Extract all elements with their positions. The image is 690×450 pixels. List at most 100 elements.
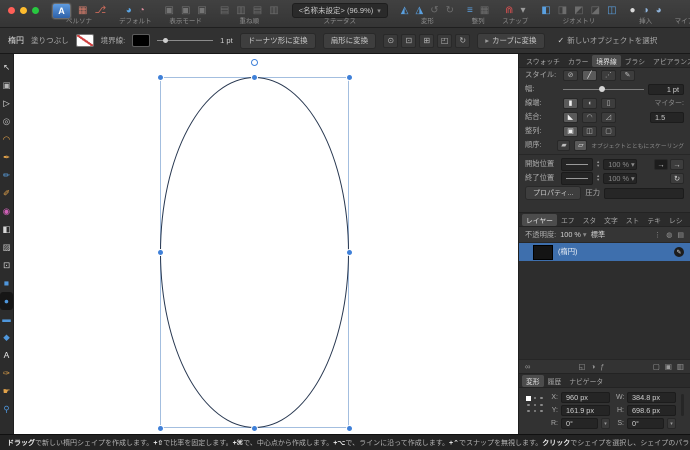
angle-input[interactable]: 0°: [627, 418, 664, 429]
tab[interactable]: レイヤー: [522, 213, 557, 226]
polygon-tool[interactable]: ◆: [0, 328, 14, 346]
transform-input[interactable]: 698.6 px: [627, 405, 676, 416]
node-tool[interactable]: ▷: [0, 94, 14, 112]
preset-default-icon[interactable]: ◔: [139, 3, 145, 18]
transform-input[interactable]: 960 px: [561, 392, 610, 403]
export-persona-icon[interactable]: ⎇: [94, 3, 106, 18]
delete-layer-icon[interactable]: ▥: [677, 362, 684, 371]
layer-list[interactable]: (楕円) ✎: [519, 243, 690, 359]
start-arrowhead-dropdown[interactable]: [561, 157, 593, 171]
butt-cap-icon[interactable]: ▮: [563, 97, 578, 109]
artboard-tool[interactable]: ▣: [0, 76, 14, 94]
transform-input[interactable]: 161.9 px: [561, 405, 610, 416]
stroke-swatch[interactable]: [132, 34, 151, 47]
handle-bottom-right[interactable]: [346, 425, 352, 431]
width-slider[interactable]: [563, 84, 644, 95]
dash-stroke-icon[interactable]: ⋰: [601, 69, 616, 81]
insert-on-top-icon[interactable]: ◑: [643, 3, 649, 18]
handle-middle-left[interactable]: [157, 250, 163, 255]
scale-with-object-note[interactable]: オブジェクトとともにスケーリング: [591, 141, 684, 150]
add-group-icon[interactable]: ▣: [665, 362, 672, 371]
round-cap-icon[interactable]: ◖: [582, 97, 597, 109]
convert-to-donut-button[interactable]: ドーナツ形に変換: [239, 32, 316, 49]
snapping-magnet-icon[interactable]: ⋒: [505, 3, 513, 18]
corner-tool[interactable]: ◠: [0, 130, 14, 148]
align-outside-stroke-icon[interactable]: ▢: [601, 125, 616, 137]
pixel-persona-icon[interactable]: ▦: [78, 3, 87, 18]
ellipse-tool[interactable]: ●: [0, 292, 13, 310]
tab[interactable]: スタ: [579, 214, 601, 226]
lock-icon[interactable]: ▤: [677, 231, 684, 239]
fill-swatch[interactable]: [75, 34, 94, 47]
bevel-join-icon[interactable]: ◿: [601, 111, 616, 123]
tab[interactable]: 境界線: [592, 54, 621, 67]
text-tool[interactable]: A: [0, 346, 14, 364]
rotation-handle[interactable]: [251, 59, 258, 66]
boolean-combine-icon[interactable]: ◫: [607, 3, 616, 18]
angle-input[interactable]: 0°: [561, 418, 598, 429]
stroke-behind-icon[interactable]: ▱: [574, 139, 588, 151]
distribute-icon[interactable]: ▦: [480, 3, 489, 18]
alignment-icon[interactable]: ≡: [467, 3, 473, 18]
link-layer-icon[interactable]: ∞: [525, 362, 530, 371]
move-tool[interactable]: ↖: [0, 58, 14, 76]
edit-badge-icon[interactable]: ✎: [674, 247, 684, 257]
add-layer-icon[interactable]: ▢: [653, 362, 660, 371]
layer-row-ellipse[interactable]: (楕円) ✎: [519, 243, 690, 261]
view-retina-icon[interactable]: ▣: [197, 3, 206, 18]
style-picker-tool[interactable]: ✑: [0, 364, 14, 382]
view-tool[interactable]: ☛: [0, 382, 14, 400]
rotate-cw-icon[interactable]: ↻: [446, 3, 454, 18]
tab[interactable]: レシ: [665, 214, 687, 226]
handle-bottom-center[interactable]: [252, 425, 257, 431]
boolean-add-icon[interactable]: ◧: [541, 3, 550, 18]
move-to-front-icon[interactable]: ▤: [220, 3, 229, 18]
boolean-intersect-icon[interactable]: ◩: [574, 3, 583, 18]
corner-snap-icon[interactable]: ◰: [437, 33, 453, 48]
pressure-profile-editor[interactable]: [604, 187, 684, 199]
convert-to-curves-button[interactable]: ▸ カーブに変換: [477, 32, 545, 49]
insert-inside-icon[interactable]: ◕: [656, 3, 662, 18]
close-window-button[interactable]: [8, 7, 15, 14]
fill-tool[interactable]: ◧: [0, 220, 14, 238]
point-transform-tool[interactable]: ◎: [0, 112, 14, 130]
boolean-subtract-icon[interactable]: ◨: [558, 3, 567, 18]
convert-to-pie-button[interactable]: 扇形に変換: [322, 32, 377, 49]
chevron-down-icon[interactable]: ▾: [667, 418, 676, 429]
handle-top-center[interactable]: [252, 74, 257, 80]
snapping-dropdown-icon[interactable]: ▾: [520, 3, 525, 18]
affinity-designer-logo[interactable]: A: [52, 2, 71, 19]
handle-top-left[interactable]: [157, 74, 163, 80]
ellipse-shape[interactable]: [160, 77, 349, 428]
canvas[interactable]: [14, 54, 518, 434]
opacity-dropdown[interactable]: 100 % ▾: [560, 230, 586, 239]
tab[interactable]: スウォッチ: [522, 55, 564, 67]
rotation-center-icon[interactable]: ⊙: [383, 33, 399, 48]
round-join-icon[interactable]: ◠: [582, 111, 597, 123]
tab[interactable]: 履歴: [544, 375, 566, 387]
chevron-down-icon[interactable]: ▾: [601, 418, 610, 429]
handle-bottom-left[interactable]: [157, 425, 163, 431]
tab[interactable]: テキ: [643, 214, 665, 226]
move-snap-icon[interactable]: ⊞: [419, 33, 435, 48]
bounding-box-icon[interactable]: ⊡: [401, 33, 417, 48]
tab[interactable]: カラー: [564, 55, 592, 67]
anchor-point-selector[interactable]: [525, 394, 545, 414]
flip-vertical-icon[interactable]: ◮: [415, 3, 423, 18]
swap-arrowheads-button[interactable]: →: [654, 158, 668, 170]
tab[interactable]: ブラシ: [621, 55, 649, 67]
solid-stroke-icon[interactable]: ╱: [582, 69, 597, 81]
boolean-divide-icon[interactable]: ◪: [591, 3, 600, 18]
tab[interactable]: ナビゲータ: [565, 375, 607, 387]
insert-behind-icon[interactable]: ●: [630, 3, 636, 18]
vector-brush-tool[interactable]: ✐: [0, 184, 14, 202]
brush-stroke-icon[interactable]: ✎: [620, 69, 635, 81]
tab[interactable]: 履歴: [687, 214, 690, 226]
kebab-menu-icon[interactable]: ⋮: [654, 231, 661, 239]
miter-join-icon[interactable]: ◣: [563, 111, 578, 123]
miter-value-field[interactable]: 1.5: [650, 111, 684, 123]
select-new-object-checkbox[interactable]: ✓ 新しいオブジェクトを選択: [558, 35, 658, 46]
tab[interactable]: アピアランス: [649, 55, 690, 67]
square-cap-icon[interactable]: ▯: [601, 97, 616, 109]
no-stroke-icon[interactable]: ⊘: [563, 69, 578, 81]
